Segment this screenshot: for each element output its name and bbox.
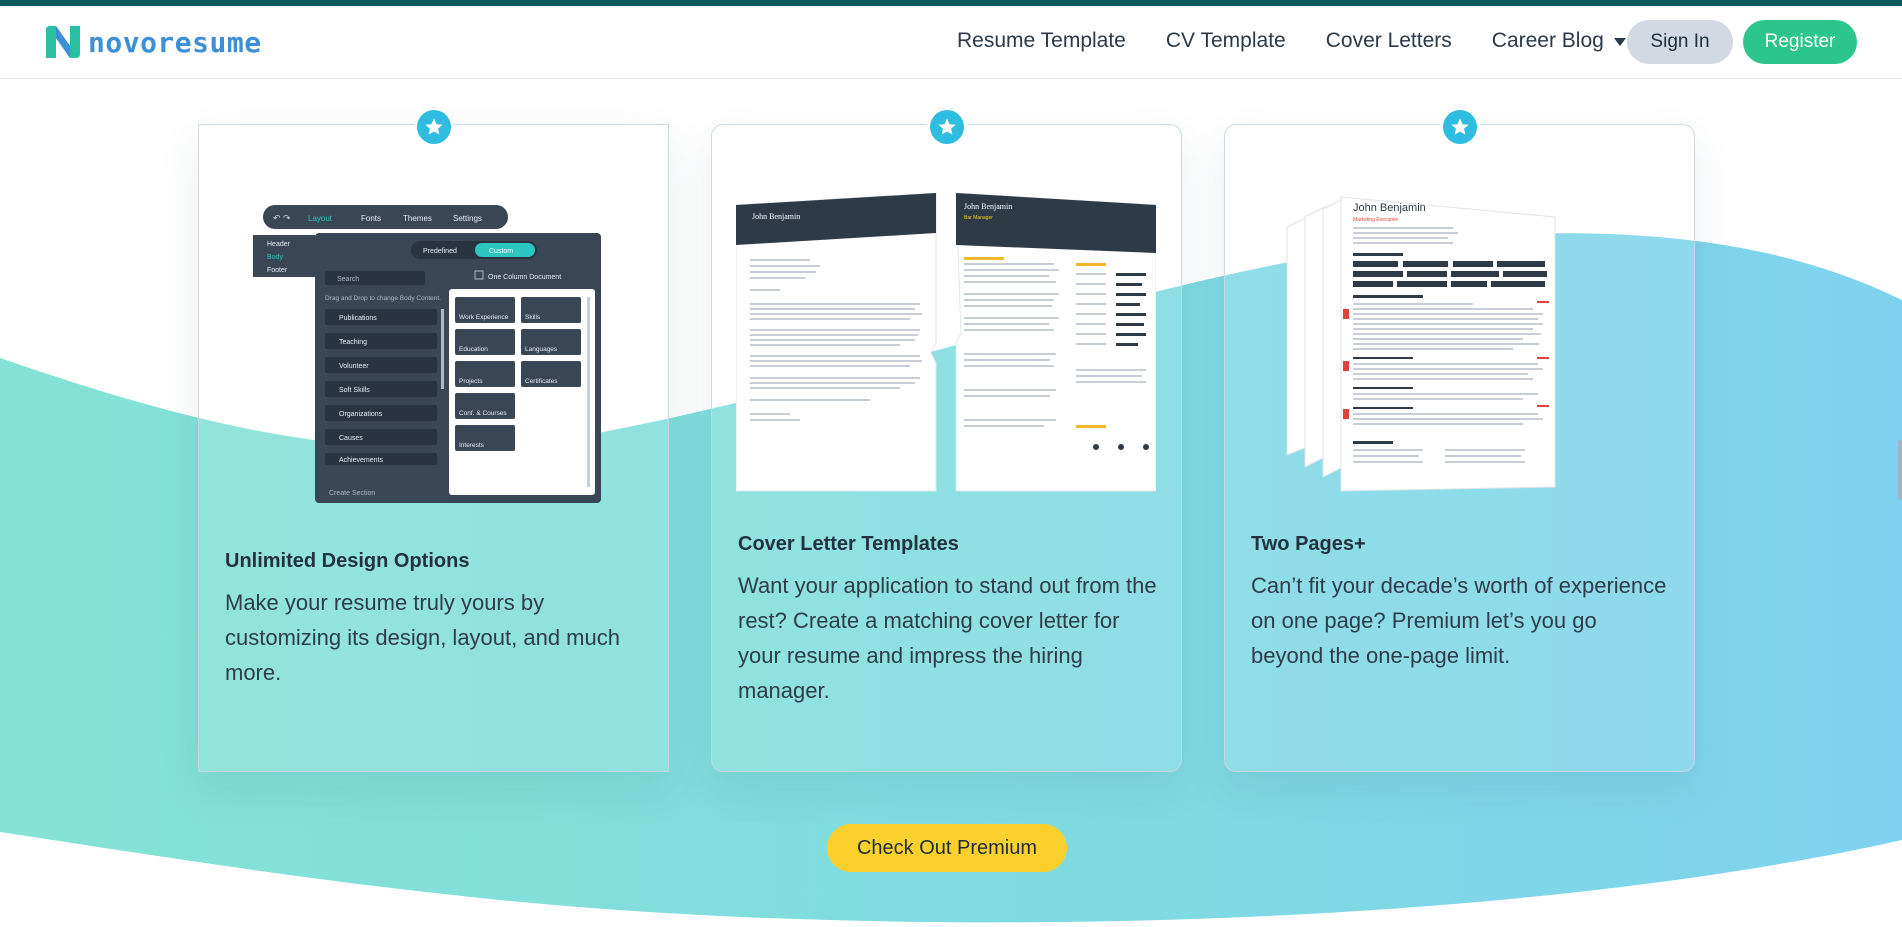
novoresume-logo-icon	[46, 26, 80, 58]
star-icon	[416, 110, 451, 144]
svg-text:Organizations: Organizations	[339, 411, 383, 418]
svg-text:Settings: Settings	[453, 214, 482, 223]
nav-career-blog[interactable]: Career Blog	[1492, 26, 1626, 56]
nav-resume-template[interactable]: Resume Template	[957, 26, 1126, 56]
card-description: Want your application to stand out from …	[738, 573, 1157, 703]
card-description: Make your resume truly yours by customiz…	[225, 590, 620, 685]
svg-text:Work Experience: Work Experience	[459, 314, 509, 321]
svg-text:Footer: Footer	[267, 267, 288, 274]
feature-card-two-pages: John Benjamin Marketing Executive Two Pa…	[1224, 110, 1695, 772]
svg-text:Soft Skills: Soft Skills	[339, 387, 370, 394]
svg-text:Projects: Projects	[459, 378, 483, 385]
feature-card-design-options: ↶ ↷ Layout Fonts Themes Settings Header …	[198, 110, 669, 772]
svg-text:Search: Search	[337, 276, 359, 283]
multi-page-resume-illustration: John Benjamin Marketing Executive	[1285, 187, 1585, 497]
card-title: Unlimited Design Options	[225, 550, 470, 572]
card-title: Two Pages+	[1251, 533, 1366, 555]
brand-logo[interactable]: novoresume	[44, 24, 262, 60]
svg-text:Themes: Themes	[403, 214, 432, 223]
star-icon	[929, 110, 964, 144]
sign-in-button[interactable]: Sign In	[1627, 20, 1733, 64]
svg-text:Publications: Publications	[339, 315, 377, 322]
svg-text:Predefined: Predefined	[423, 248, 457, 255]
chevron-down-icon	[1613, 38, 1626, 46]
cover-letter-illustration: John Benjamin John Benjamin Bar Manager	[735, 192, 1157, 493]
svg-text:Education: Education	[459, 346, 488, 353]
nav-cv-template[interactable]: CV Template	[1166, 26, 1286, 56]
svg-text:Fonts: Fonts	[361, 214, 381, 223]
feature-card-cover-letters: John Benjamin John Benjamin Bar Manager	[711, 110, 1182, 772]
svg-text:↶ ↷: ↶ ↷	[273, 213, 291, 223]
nav-career-blog-label: Career Blog	[1491, 29, 1604, 52]
card-description: Can’t fit your decade’s worth of experie…	[1251, 573, 1667, 668]
svg-text:Conf. & Courses: Conf. & Courses	[459, 410, 507, 417]
nav-cover-letters[interactable]: Cover Letters	[1326, 26, 1452, 56]
svg-text:Create Section: Create Section	[329, 490, 375, 497]
top-navigation-bar: novoresume Resume Template CV Template C…	[0, 6, 1902, 79]
svg-text:Body: Body	[267, 254, 283, 261]
star-icon	[1442, 110, 1477, 144]
svg-text:Custom: Custom	[489, 248, 513, 255]
svg-text:Interests: Interests	[459, 442, 485, 449]
brand-name: novoresume	[88, 25, 262, 59]
svg-text:Marketing Executive: Marketing Executive	[1353, 217, 1398, 223]
svg-text:Skills: Skills	[525, 314, 541, 321]
svg-text:Certificates: Certificates	[525, 378, 558, 385]
svg-text:John Benjamin: John Benjamin	[1353, 202, 1426, 214]
svg-text:Layout: Layout	[308, 214, 333, 223]
svg-text:Header: Header	[267, 241, 291, 248]
svg-text:John Benjamin: John Benjamin	[964, 202, 1012, 211]
page-scrollbar[interactable]	[1898, 440, 1902, 500]
svg-text:Achievements: Achievements	[339, 457, 383, 464]
check-out-premium-button[interactable]: Check Out Premium	[827, 824, 1067, 872]
svg-text:John Benjamin: John Benjamin	[752, 212, 800, 221]
design-options-illustration: ↶ ↷ Layout Fonts Themes Settings Header …	[253, 205, 613, 505]
svg-text:One Column Document: One Column Document	[488, 274, 561, 281]
svg-text:Languages: Languages	[525, 346, 558, 353]
svg-text:Teaching: Teaching	[339, 339, 367, 346]
svg-text:Drag and Drop to change Body C: Drag and Drop to change Body Content.	[325, 295, 441, 302]
register-button[interactable]: Register	[1743, 20, 1857, 64]
svg-text:Volunteer: Volunteer	[339, 363, 369, 370]
svg-text:Bar Manager: Bar Manager	[964, 215, 993, 221]
card-title: Cover Letter Templates	[738, 533, 959, 555]
svg-text:Causes: Causes	[339, 435, 363, 442]
main-nav: Resume Template CV Template Cover Letter…	[957, 26, 1662, 56]
